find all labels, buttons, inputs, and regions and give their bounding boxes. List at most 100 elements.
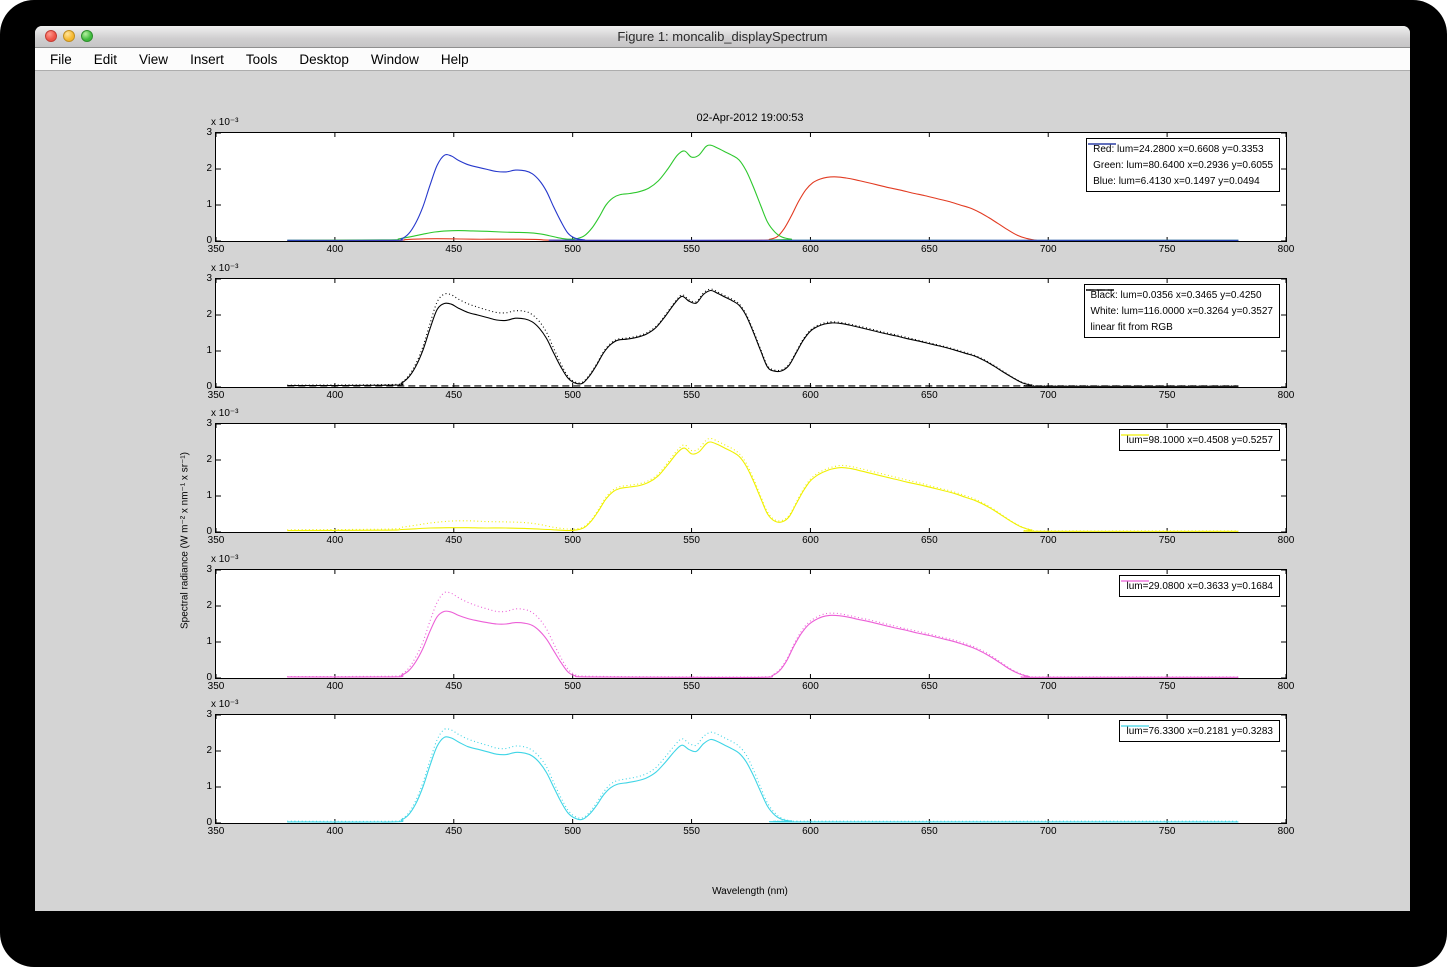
x-tick-label: 450 [445, 390, 463, 401]
x-tick-label: 700 [1039, 681, 1057, 692]
figure-window: Figure 1: moncalib_displaySpectrum File E… [35, 26, 1410, 911]
x-tick-label: 600 [802, 535, 819, 546]
y-exponent-label: x 10⁻³ [211, 117, 239, 128]
x-tick-label: 500 [564, 826, 581, 837]
menu-item-tools[interactable]: Tools [235, 52, 289, 67]
legend-label: White: lum=116.0000 x=0.3264 y=0.3527 [1090, 305, 1273, 317]
legend-label: Red: lum=24.2800 x=0.6608 y=0.3353 [1093, 143, 1264, 155]
legend-label: Black: lum=0.0356 x=0.3465 y=0.4250 [1090, 289, 1262, 301]
series-cyan-linear-fit [287, 728, 1239, 822]
legend-line-sample [1088, 143, 1117, 145]
plot-area-5: 350 400 450 500 550 600 650 700 750 800 0 1 2 3 x 10⁻³… [206, 699, 1294, 837]
x-tick-label: 800 [1277, 535, 1295, 546]
x-tick-label: 800 [1277, 390, 1295, 401]
x-tick-label: 500 [564, 244, 581, 255]
y-tick-label: 0 [206, 235, 212, 246]
y-tick-label: 0 [206, 526, 212, 537]
legend-row: linear fit from RGB [1085, 289, 1273, 335]
y-tick-label: 0 [206, 817, 212, 828]
legend-label: Green: lum=80.6400 x=0.2936 y=0.6055 [1093, 159, 1273, 171]
menu-bar: File Edit View Insert Tools Desktop Window Help [35, 48, 1410, 71]
legend: Black: lum=0.0356 x=0.3465 y=0.4250 White… [1083, 284, 1280, 338]
legend: lum=29.0800 x=0.3633 y=0.1684 [1119, 575, 1280, 597]
x-tick-label: 800 [1277, 244, 1295, 255]
menu-item-help[interactable]: Help [430, 52, 480, 67]
y-tick-label: 2 [206, 309, 212, 320]
legend-line-sample [1121, 725, 1150, 727]
menu-item-edit[interactable]: Edit [83, 52, 128, 67]
legend-row: Black: lum=0.0356 x=0.3465 y=0.4250 [1085, 287, 1273, 303]
series-magenta-linear-fit [287, 591, 1239, 678]
x-tick-label: 650 [920, 244, 938, 255]
series-cyan-measured [287, 736, 1239, 823]
x-tick-label: 600 [802, 390, 819, 401]
x-tick-label: 750 [1158, 681, 1176, 692]
x-tick-label: 400 [326, 390, 344, 401]
series-yellow-linear-fit [287, 437, 1239, 532]
x-tick-label: 750 [1158, 390, 1176, 401]
menu-item-view[interactable]: View [128, 52, 179, 67]
y-tick-label: 2 [206, 163, 212, 174]
series-yellow-measured [287, 441, 1239, 532]
x-tick-label: 450 [445, 244, 463, 255]
legend-row: Blue: lum=6.4130 x=0.1497 y=0.0494 [1088, 143, 1273, 189]
y-tick-label: 2 [206, 600, 212, 611]
x-tick-label: 400 [326, 535, 344, 546]
x-tick-label: 550 [683, 535, 700, 546]
x-tick-label: 750 [1158, 826, 1176, 837]
legend-row: Red: lum=24.2800 x=0.6608 y=0.3353 [1088, 141, 1273, 157]
x-tick-label: 650 [920, 390, 938, 401]
y-tick-label: 1 [206, 781, 212, 792]
x-tick-label: 550 [683, 244, 700, 255]
legend-label: Blue: lum=6.4130 x=0.1497 y=0.0494 [1093, 175, 1260, 187]
x-tick-label: 650 [920, 535, 938, 546]
plot-area-1: 350 400 450 500 550 600 650 700 750 800 0 1 2 3 x 10⁻³… [206, 117, 1294, 255]
x-tick-label: 600 [802, 244, 819, 255]
y-exponent-label: x 10⁻³ [211, 408, 239, 419]
menu-item-window[interactable]: Window [360, 52, 430, 67]
legend-line-sample [1085, 289, 1114, 291]
menu-item-file[interactable]: File [39, 52, 83, 67]
x-tick-label: 700 [1039, 390, 1057, 401]
x-tick-label: 400 [326, 826, 344, 837]
x-tick-label: 500 [564, 390, 581, 401]
x-tick-label: 750 [1158, 535, 1176, 546]
x-tick-label: 700 [1039, 826, 1057, 837]
menu-item-insert[interactable]: Insert [179, 52, 235, 67]
legend-line-sample [1121, 434, 1150, 436]
x-axis-label: Wavelength (nm) [712, 886, 788, 897]
y-tick-label: 0 [206, 381, 212, 392]
y-tick-label: 1 [206, 636, 212, 647]
plot-area-2: 350 400 450 500 550 600 650 700 750 800 0 1 2 3 x 10⁻³… [206, 263, 1294, 401]
y-tick-label: 0 [206, 672, 212, 683]
y-tick-label: 3 [206, 418, 212, 429]
window-title: Figure 1: moncalib_displaySpectrum [617, 29, 828, 44]
legend-row: lum=76.3300 x=0.2181 y=0.3283 [1121, 723, 1273, 739]
y-exponent-label: x 10⁻³ [211, 699, 239, 710]
x-tick-label: 700 [1039, 244, 1057, 255]
legend-line-sample [1121, 580, 1150, 582]
y-tick-label: 3 [206, 127, 212, 138]
y-tick-label: 2 [206, 745, 212, 756]
menu-item-desktop[interactable]: Desktop [288, 52, 360, 67]
y-tick-label: 1 [206, 490, 212, 501]
legend: lum=76.3300 x=0.2181 y=0.3283 [1119, 720, 1280, 742]
legend-row: White: lum=116.0000 x=0.3264 y=0.3527 [1085, 289, 1273, 319]
x-tick-label: 550 [683, 681, 700, 692]
x-tick-label: 800 [1277, 826, 1295, 837]
y-tick-label: 2 [206, 454, 212, 465]
x-tick-label: 400 [326, 681, 344, 692]
y-tick-label: 1 [206, 199, 212, 210]
title-bar[interactable]: Figure 1: moncalib_displaySpectrum [35, 26, 1410, 48]
plot-area-4: 350 400 450 500 550 600 650 700 750 800 0 1 2 3 x 10⁻³… [206, 554, 1294, 692]
series-magenta-measured [287, 610, 1239, 678]
x-tick-label: 450 [445, 535, 463, 546]
y-exponent-label: x 10⁻³ [211, 263, 239, 274]
legend-row: Green: lum=80.6400 x=0.2936 y=0.6055 [1088, 143, 1273, 173]
legend: lum=98.1000 x=0.4508 y=0.5257 [1119, 429, 1280, 451]
x-tick-label: 500 [564, 681, 581, 692]
screen: Figure 1: moncalib_displaySpectrum File E… [0, 0, 1447, 967]
legend-row: lum=98.1000 x=0.4508 y=0.5257 [1121, 432, 1273, 448]
x-tick-label: 550 [683, 390, 700, 401]
figure-title: 02-Apr-2012 19:00:53 [696, 112, 804, 124]
